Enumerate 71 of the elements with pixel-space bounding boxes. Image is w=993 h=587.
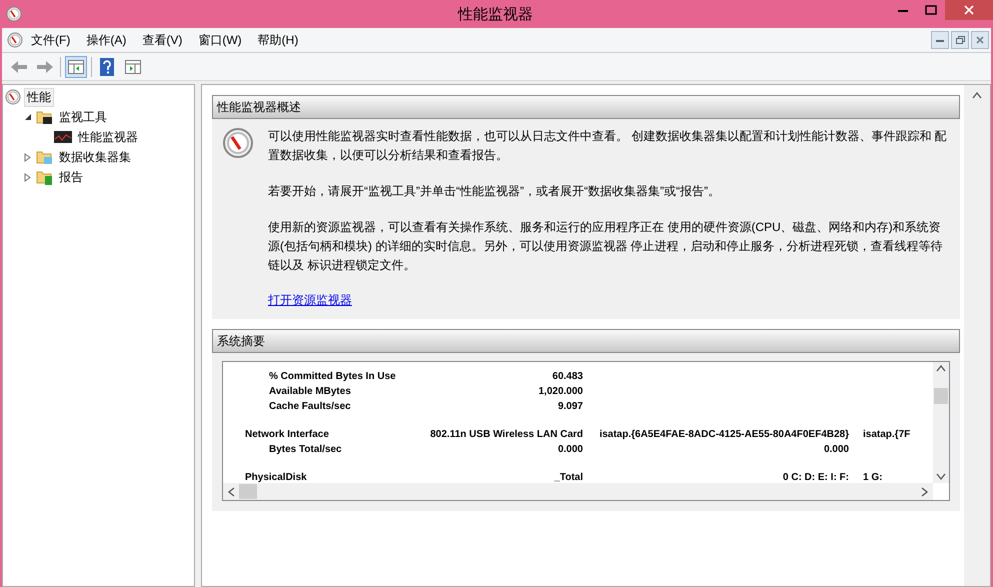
scroll-up-icon [936,364,946,372]
instance-name: isatap.{7F [863,428,910,442]
counter-value: 9.097 [558,400,583,414]
vertical-scrollbar[interactable] [964,85,990,586]
scroll-right-icon [921,486,929,496]
description-text: 使用新的资源监视器，可以查看有关操作系统、服务和运行的应用程序正在 使用的硬件资源(CPU、磁盘、网络和内存)和系统资源(包括句柄和模块) 的详细的实时信息。另外，可以使用资源监视器 停止进程，启动和停止服务，分析进程死锁，查看线程等待链以及 标识进程锁定文件。 [268,219,944,274]
gauge-icon [222,127,254,159]
counter-name: Available MBytes [269,385,351,399]
maximize-icon [925,5,937,15]
vertical-scrollbar[interactable] [933,362,949,483]
scroll-down-icon [936,473,946,481]
minimize-button[interactable] [931,31,949,49]
minimize-icon [936,38,944,42]
tree-item[interactable]: 性能 [24,88,54,106]
description-text: 可以使用性能监视器实时查看性能数据，也可以从日志文件中查看。 创建数据收集器集以配置和计划性能计数器、事件跟踪和 配置数据收集，以便可以分析结果和查看报告。 [268,128,948,164]
instance-name: 802.11n USB Wireless LAN Card [430,428,583,442]
counter-name: Cache Faults/sec [269,400,351,414]
horizontal-scrollbar[interactable] [223,483,933,500]
close-icon [976,36,984,44]
counter-value: 1,020.000 [538,385,583,399]
restore-button[interactable] [951,31,969,49]
scroll-up-icon [972,91,982,99]
graph-icon [54,131,72,143]
close-button[interactable] [971,31,989,49]
resource-monitor-link[interactable]: 打开资源监视器 [268,292,352,309]
close-button[interactable] [945,0,993,20]
forward-arrow-icon [36,60,54,74]
counter-name: Bytes Total/sec [269,443,342,457]
tree-item[interactable]: 数据收集器集 [56,148,134,166]
close-icon [964,5,974,15]
folder-icon [36,169,53,185]
collapsed-arrow-icon[interactable] [24,152,32,162]
tree-item[interactable]: 监视工具 [56,108,110,126]
counter-value: 0.000 [558,443,583,457]
scrollbar-thumb[interactable] [239,484,257,499]
app-icon [6,6,22,22]
description-text: 若要开始，请展开“监视工具”并单击“性能监视器”，或者展开“数据收集器集”或“报告”。 [268,183,721,200]
instance-name: isatap.{6A5E4FAE-8ADC-4125-AE55-80A4F0EF4B28} [599,428,849,442]
window-title: 性能监视器 [456,4,534,24]
section-header: 性能监视器概述 [212,95,960,119]
help-icon [100,58,114,76]
menu-item[interactable]: 操作(A) [78,32,134,48]
tree-pane-icon [68,60,84,74]
app-menu-icon [7,32,23,48]
scroll-left-icon [227,486,235,496]
section-header: 系统摘要 [212,329,960,353]
counter-value: 0.000 [824,443,849,457]
menu-item[interactable]: 帮助(H) [250,32,306,48]
instance-name: 1 G: [863,471,882,483]
menu-item[interactable]: 查看(V) [134,32,190,48]
gauge-icon [5,89,21,105]
action-pane-icon [125,60,141,74]
folder-icon [36,149,53,165]
counter-group-name: PhysicalDisk [245,471,307,483]
menu-item[interactable]: 窗口(W) [190,32,250,48]
tree-toolbar-button[interactable] [65,56,87,78]
tree-item[interactable]: 报告 [56,168,86,186]
counter-group-name: Network Interface [245,428,329,442]
expanded-arrow-icon[interactable] [24,113,32,121]
instance-name: _Total [554,471,583,483]
instance-name: 0 C: D: E: I: F: [782,471,849,483]
collapsed-arrow-icon[interactable] [24,172,32,182]
back-arrow-icon [10,60,28,74]
menu-item[interactable]: 文件(F) [23,32,78,48]
tree-item[interactable]: 性能监视器 [75,128,141,146]
folder-icon [36,109,53,125]
counter-name: % Committed Bytes In Use [269,370,396,384]
scrollbar-thumb[interactable] [934,388,948,404]
minimize-icon [898,8,908,12]
counter-value: 60.483 [552,370,583,384]
restore-icon [956,36,964,44]
